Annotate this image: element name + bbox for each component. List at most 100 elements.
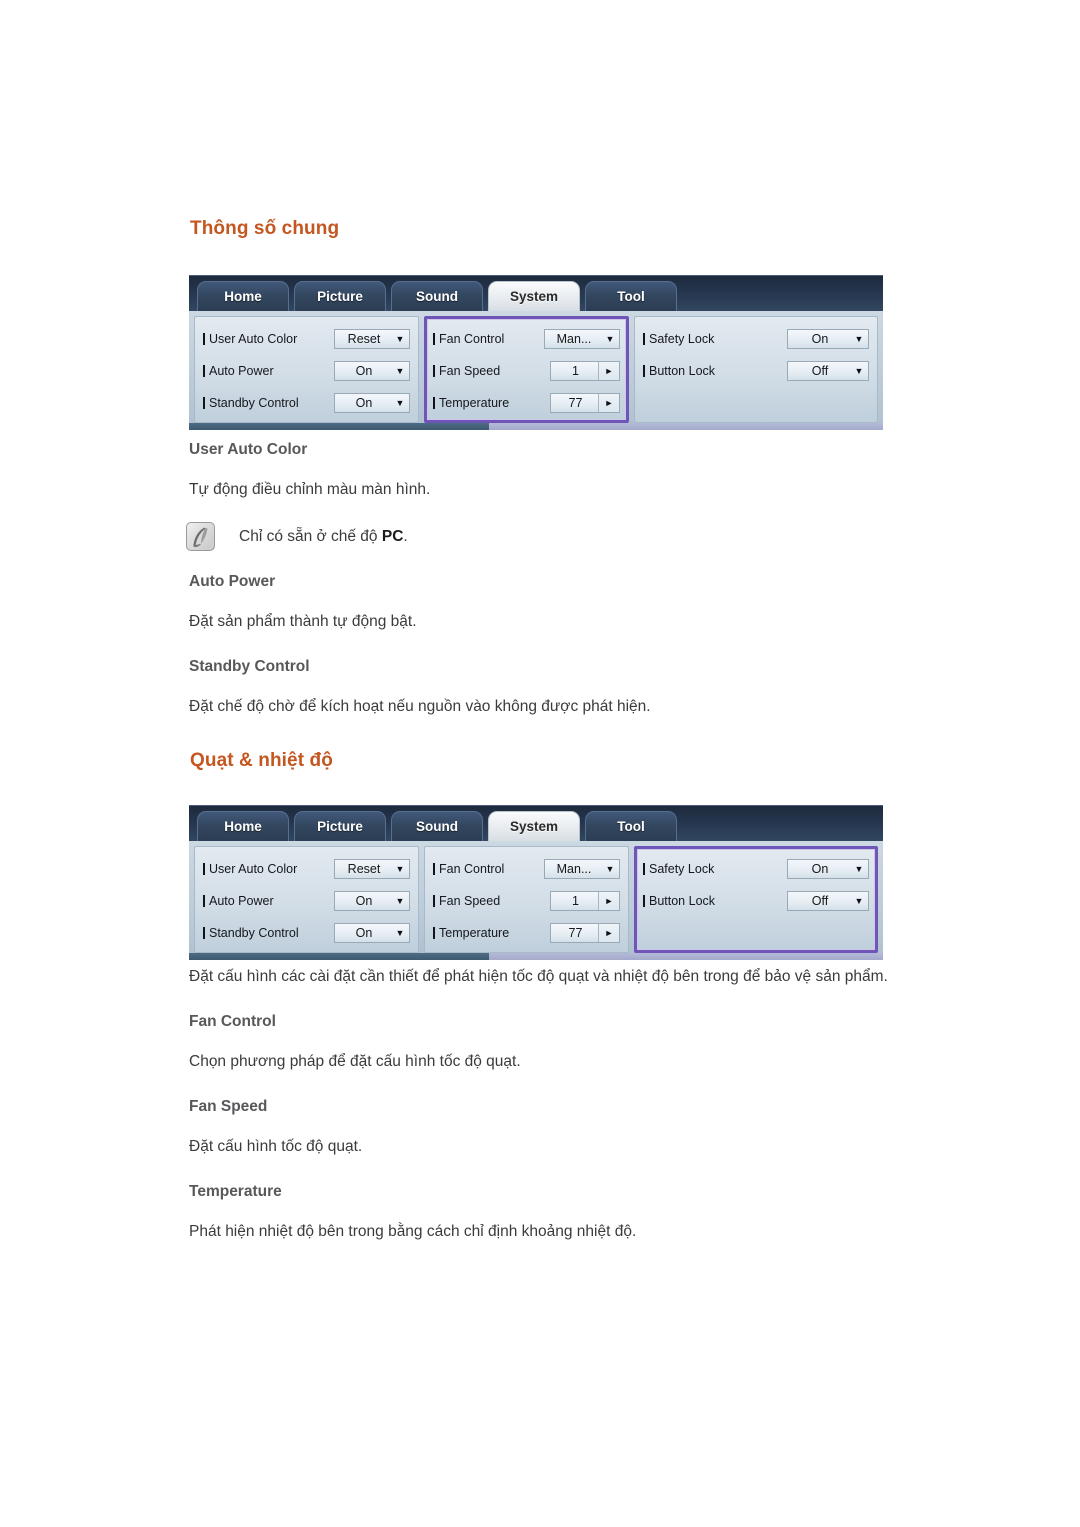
setting-name-heading: Fan Control — [189, 1013, 276, 1030]
osd-setting-label: Auto Power — [203, 894, 334, 908]
osd-setting-row: Standby Control On ▼ — [203, 917, 410, 949]
bullet-icon — [643, 863, 645, 875]
chevron-down-icon: ▼ — [395, 896, 405, 906]
osd-setting-label: Fan Control — [433, 862, 544, 876]
osd-setting-control[interactable]: On ▼ — [334, 891, 410, 911]
osd-body: User Auto Color Reset ▼ Auto Power On ▼ Standb… — [189, 311, 883, 423]
osd-setting-control[interactable]: On ▼ — [787, 329, 869, 349]
osd-column-3: Safety Lock On ▼ Button Lock Off ▼ — [634, 846, 878, 953]
bullet-icon — [203, 863, 205, 875]
setting-description: Tự động điều chỉnh màu màn hình. — [189, 481, 431, 498]
osd-scroll-thumb[interactable] — [189, 423, 489, 430]
page-section-heading: Quạt & nhiệt độ — [190, 750, 333, 771]
osd-column-2: Fan Control Man... ▼ Fan Speed 1 ► Temperature… — [424, 316, 629, 423]
stepper-right-arrow-icon[interactable]: ► — [598, 394, 619, 412]
osd-setting-label-text: Fan Speed — [439, 364, 501, 378]
osd-setting-label-text: Fan Control — [439, 862, 505, 876]
osd-setting-value: On — [355, 894, 373, 908]
osd-setting-label: Auto Power — [203, 364, 334, 378]
osd-setting-control[interactable]: Off ▼ — [787, 361, 869, 381]
tab-sound[interactable]: Sound — [391, 281, 483, 312]
setting-description: Đặt sản phẩm thành tự động bật. — [189, 613, 417, 630]
osd-setting-control[interactable]: Man... ▼ — [544, 329, 620, 349]
osd-setting-value: Reset — [347, 862, 381, 876]
osd-setting-row: Fan Speed 1 ► — [433, 885, 620, 917]
osd-setting-row: Auto Power On ▼ — [203, 355, 410, 387]
osd-setting-label-text: Standby Control — [209, 926, 299, 940]
osd-setting-control[interactable]: On ▼ — [334, 393, 410, 413]
tab-sound[interactable]: Sound — [391, 811, 483, 842]
page-section-heading: Thông số chung — [190, 218, 340, 239]
stepper-right-arrow-icon[interactable]: ► — [598, 362, 619, 380]
osd-setting-row: Safety Lock On ▼ — [643, 853, 869, 885]
osd-setting-row: Fan Control Man... ▼ — [433, 853, 620, 885]
setting-name-heading: User Auto Color — [189, 441, 308, 458]
osd-setting-label-text: Button Lock — [649, 364, 716, 378]
osd-setting-label: Standby Control — [203, 926, 334, 940]
osd-scroll-thumb[interactable] — [189, 953, 489, 960]
osd-setting-control[interactable]: Reset ▼ — [334, 329, 410, 349]
osd-setting-value: On — [811, 332, 829, 346]
osd-setting-row: Fan Control Man... ▼ — [433, 323, 620, 355]
osd-setting-control[interactable]: 77 ► — [550, 393, 620, 413]
osd-setting-label-text: Fan Speed — [439, 894, 501, 908]
osd-setting-label: Fan Speed — [433, 364, 550, 378]
osd-setting-control[interactable]: 77 ► — [550, 923, 620, 943]
osd-setting-control[interactable]: On ▼ — [334, 923, 410, 943]
osd-setting-value: Man... — [556, 332, 592, 346]
osd-setting-label: Safety Lock — [643, 862, 787, 876]
osd-setting-label-text: Fan Control — [439, 332, 505, 346]
osd-setting-value: 77 — [568, 926, 583, 940]
osd-setting-control[interactable]: 1 ► — [550, 891, 620, 911]
chevron-down-icon: ▼ — [854, 896, 864, 906]
tab-home[interactable]: Home — [197, 811, 289, 842]
note-pencil-icon — [186, 522, 215, 551]
tab-tool[interactable]: Tool — [585, 281, 677, 312]
chevron-down-icon: ▼ — [854, 864, 864, 874]
setting-name-heading: Temperature — [189, 1183, 282, 1200]
osd-setting-label-text: Button Lock — [649, 894, 716, 908]
osd-setting-row: Button Lock Off ▼ — [643, 885, 869, 917]
stepper-right-arrow-icon[interactable]: ► — [598, 924, 619, 942]
tab-system[interactable]: System — [488, 281, 580, 312]
osd-setting-label-text: User Auto Color — [209, 862, 298, 876]
chevron-down-icon: ▼ — [395, 334, 405, 344]
osd-column-2: Fan Control Man... ▼ Fan Speed 1 ► Temperature… — [424, 846, 629, 953]
tab-tool[interactable]: Tool — [585, 811, 677, 842]
osd-setting-control[interactable]: On ▼ — [334, 361, 410, 381]
note-text-before: Chỉ có sẵn ở chế độ — [239, 527, 382, 545]
bullet-icon — [433, 333, 435, 345]
stepper-right-arrow-icon[interactable]: ► — [598, 892, 619, 910]
tab-picture[interactable]: Picture — [294, 281, 386, 312]
osd-setting-label: User Auto Color — [203, 332, 334, 346]
osd-setting-control[interactable]: Reset ▼ — [334, 859, 410, 879]
osd-scroll-track[interactable] — [489, 423, 883, 430]
osd-setting-control[interactable]: Man... ▼ — [544, 859, 620, 879]
osd-column-3: Safety Lock On ▼ Button Lock Off ▼ — [634, 316, 878, 423]
bullet-icon — [433, 397, 435, 409]
osd-setting-row: Auto Power On ▼ — [203, 885, 410, 917]
tab-system[interactable]: System — [488, 811, 580, 842]
osd-scroll-strip[interactable] — [189, 953, 883, 960]
osd-setting-label-text: Standby Control — [209, 396, 299, 410]
osd-column-1: User Auto Color Reset ▼ Auto Power On ▼ Standb… — [194, 316, 419, 423]
document-page: Thông số chung Home Picture Sound System Tool… — [0, 0, 1080, 1527]
osd-setting-row: Button Lock Off ▼ — [643, 355, 869, 387]
tab-picture[interactable]: Picture — [294, 811, 386, 842]
setting-description: Đặt cấu hình tốc độ quạt. — [189, 1138, 363, 1155]
bullet-icon — [203, 365, 205, 377]
note-text-after: . — [403, 527, 408, 545]
osd-setting-label: Fan Speed — [433, 894, 550, 908]
bullet-icon — [203, 397, 205, 409]
tab-home[interactable]: Home — [197, 281, 289, 312]
osd-setting-row: Safety Lock On ▼ — [643, 323, 869, 355]
bullet-icon — [203, 333, 205, 345]
osd-setting-control[interactable]: On ▼ — [787, 859, 869, 879]
osd-setting-control[interactable]: 1 ► — [550, 361, 620, 381]
osd-setting-control[interactable]: Off ▼ — [787, 891, 869, 911]
osd-setting-label-text: Auto Power — [209, 364, 274, 378]
osd-setting-label: Temperature — [433, 926, 550, 940]
osd-scroll-track[interactable] — [489, 953, 883, 960]
chevron-down-icon: ▼ — [854, 366, 864, 376]
osd-scroll-strip[interactable] — [189, 423, 883, 430]
